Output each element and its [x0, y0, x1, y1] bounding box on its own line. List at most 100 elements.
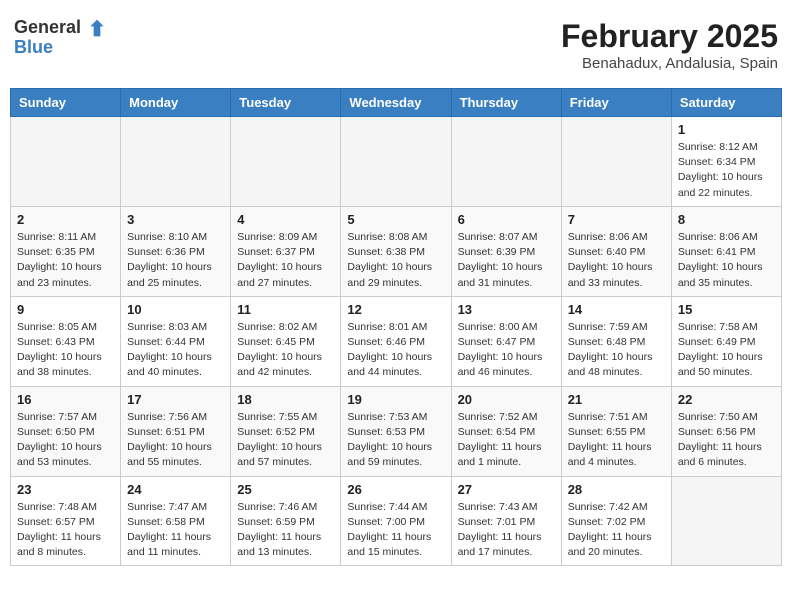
calendar-table: SundayMondayTuesdayWednesdayThursdayFrid…: [10, 88, 782, 566]
calendar-cell: [121, 117, 231, 207]
calendar-cell: 21Sunrise: 7:51 AMSunset: 6:55 PMDayligh…: [561, 386, 671, 476]
calendar-title-area: February 2025 Benahadux, Andalusia, Spai…: [561, 18, 778, 72]
calendar-cell: 28 Sunrise: 7:42 AMSunset: 7:02 PMDayligh…: [561, 476, 671, 566]
day-info: Sunrise: 7:56 AMSunset: 6:51 PMDaylight:…: [127, 410, 224, 471]
logo-text: General Blue: [14, 18, 106, 58]
calendar-week-row: 2 Sunrise: 8:11 AMSunset: 6:35 PMDaylight…: [11, 206, 782, 296]
calendar-cell: 7 Sunrise: 8:06 AMSunset: 6:40 PMDaylight…: [561, 206, 671, 296]
page-header: General Blue February 2025 Benahadux, An…: [10, 10, 782, 80]
calendar-cell: 17 Sunrise: 7:56 AMSunset: 6:51 PMDayligh…: [121, 386, 231, 476]
day-number: 20: [458, 392, 555, 407]
day-number: 27: [458, 482, 555, 497]
day-number: 17: [127, 392, 224, 407]
calendar-cell: [671, 476, 781, 566]
day-number: 28: [568, 482, 665, 497]
calendar-cell: [11, 117, 121, 207]
calendar-cell: 20 Sunrise: 7:52 AMSunset: 6:54 PMDayligh…: [451, 386, 561, 476]
day-number: 24: [127, 482, 224, 497]
day-number: 9: [17, 302, 114, 317]
day-info: Sunrise: 7:52 AMSunset: 6:54 PMDaylight:…: [458, 410, 555, 471]
day-info: Sunrise: 7:51 AMSunset: 6:55 PMDaylight:…: [568, 410, 665, 471]
calendar-week-row: 23 Sunrise: 7:48 AMSunset: 6:57 PMDayligh…: [11, 476, 782, 566]
calendar-cell: 12 Sunrise: 8:01 AMSunset: 6:46 PMDayligh…: [341, 296, 451, 386]
day-number: 6: [458, 212, 555, 227]
weekday-header-friday: Friday: [561, 89, 671, 117]
calendar-cell: 14 Sunrise: 7:59 AMSunset: 6:48 PMDayligh…: [561, 296, 671, 386]
day-number: 5: [347, 212, 444, 227]
day-info: Sunrise: 8:02 AMSunset: 6:45 PMDaylight:…: [237, 320, 334, 381]
weekday-header-sunday: Sunday: [11, 89, 121, 117]
calendar-cell: 22Sunrise: 7:50 AMSunset: 6:56 PMDayligh…: [671, 386, 781, 476]
day-number: 18: [237, 392, 334, 407]
calendar-cell: 2 Sunrise: 8:11 AMSunset: 6:35 PMDaylight…: [11, 206, 121, 296]
calendar-week-row: 16 Sunrise: 7:57 AMSunset: 6:50 PMDayligh…: [11, 386, 782, 476]
day-info: Sunrise: 7:58 AMSunset: 6:49 PMDaylight:…: [678, 320, 775, 381]
calendar-cell: 24Sunrise: 7:47 AMSunset: 6:58 PMDayligh…: [121, 476, 231, 566]
weekday-header-wednesday: Wednesday: [341, 89, 451, 117]
calendar-cell: [451, 117, 561, 207]
calendar-title: February 2025: [561, 18, 778, 55]
calendar-cell: 15 Sunrise: 7:58 AMSunset: 6:49 PMDayligh…: [671, 296, 781, 386]
calendar-cell: [341, 117, 451, 207]
day-number: 2: [17, 212, 114, 227]
calendar-cell: 1 Sunrise: 8:12 AMSunset: 6:34 PMDaylight…: [671, 117, 781, 207]
calendar-cell: 13 Sunrise: 8:00 AMSunset: 6:47 PMDayligh…: [451, 296, 561, 386]
day-number: 25: [237, 482, 334, 497]
calendar-cell: 25Sunrise: 7:46 AMSunset: 6:59 PMDayligh…: [231, 476, 341, 566]
calendar-cell: 8 Sunrise: 8:06 AMSunset: 6:41 PMDaylight…: [671, 206, 781, 296]
weekday-header-thursday: Thursday: [451, 89, 561, 117]
calendar-cell: 5Sunrise: 8:08 AMSunset: 6:38 PMDaylight…: [341, 206, 451, 296]
day-number: 22: [678, 392, 775, 407]
day-info: Sunrise: 7:57 AMSunset: 6:50 PMDaylight:…: [17, 410, 114, 471]
weekday-header-saturday: Saturday: [671, 89, 781, 117]
day-number: 11: [237, 302, 334, 317]
calendar-cell: 26Sunrise: 7:44 AMSunset: 7:00 PMDayligh…: [341, 476, 451, 566]
logo-general: General: [14, 17, 81, 37]
calendar-cell: 23 Sunrise: 7:48 AMSunset: 6:57 PMDayligh…: [11, 476, 121, 566]
day-number: 15: [678, 302, 775, 317]
calendar-cell: 9 Sunrise: 8:05 AMSunset: 6:43 PMDaylight…: [11, 296, 121, 386]
calendar-cell: [231, 117, 341, 207]
day-info: Sunrise: 8:06 AMSunset: 6:41 PMDaylight:…: [678, 230, 775, 291]
day-number: 19: [347, 392, 444, 407]
calendar-cell: 4 Sunrise: 8:09 AMSunset: 6:37 PMDaylight…: [231, 206, 341, 296]
calendar-cell: 11 Sunrise: 8:02 AMSunset: 6:45 PMDayligh…: [231, 296, 341, 386]
calendar-week-row: 9 Sunrise: 8:05 AMSunset: 6:43 PMDaylight…: [11, 296, 782, 386]
day-info: Sunrise: 7:48 AMSunset: 6:57 PMDaylight:…: [17, 500, 114, 561]
day-info: Sunrise: 8:12 AMSunset: 6:34 PMDaylight:…: [678, 140, 775, 201]
day-info: Sunrise: 7:59 AMSunset: 6:48 PMDaylight:…: [568, 320, 665, 381]
day-info: Sunrise: 8:06 AMSunset: 6:40 PMDaylight:…: [568, 230, 665, 291]
weekday-header-tuesday: Tuesday: [231, 89, 341, 117]
calendar-cell: 27 Sunrise: 7:43 AMSunset: 7:01 PMDayligh…: [451, 476, 561, 566]
day-number: 14: [568, 302, 665, 317]
day-info: Sunrise: 8:00 AMSunset: 6:47 PMDaylight:…: [458, 320, 555, 381]
calendar-header-row: SundayMondayTuesdayWednesdayThursdayFrid…: [11, 89, 782, 117]
calendar-cell: 3 Sunrise: 8:10 AMSunset: 6:36 PMDaylight…: [121, 206, 231, 296]
day-number: 23: [17, 482, 114, 497]
day-info: Sunrise: 8:11 AMSunset: 6:35 PMDaylight:…: [17, 230, 114, 291]
day-number: 3: [127, 212, 224, 227]
day-info: Sunrise: 7:42 AMSunset: 7:02 PMDaylight:…: [568, 500, 665, 561]
day-number: 4: [237, 212, 334, 227]
day-number: 16: [17, 392, 114, 407]
day-info: Sunrise: 7:43 AMSunset: 7:01 PMDaylight:…: [458, 500, 555, 561]
day-number: 12: [347, 302, 444, 317]
day-number: 10: [127, 302, 224, 317]
day-info: Sunrise: 8:09 AMSunset: 6:37 PMDaylight:…: [237, 230, 334, 291]
day-number: 13: [458, 302, 555, 317]
calendar-cell: 6Sunrise: 8:07 AMSunset: 6:39 PMDaylight…: [451, 206, 561, 296]
logo-blue: Blue: [14, 38, 106, 58]
day-info: Sunrise: 8:05 AMSunset: 6:43 PMDaylight:…: [17, 320, 114, 381]
weekday-header-monday: Monday: [121, 89, 231, 117]
calendar-week-row: 1 Sunrise: 8:12 AMSunset: 6:34 PMDaylight…: [11, 117, 782, 207]
day-number: 1: [678, 122, 775, 137]
day-info: Sunrise: 7:55 AMSunset: 6:52 PMDaylight:…: [237, 410, 334, 471]
day-info: Sunrise: 8:01 AMSunset: 6:46 PMDaylight:…: [347, 320, 444, 381]
calendar-cell: 16 Sunrise: 7:57 AMSunset: 6:50 PMDayligh…: [11, 386, 121, 476]
day-number: 8: [678, 212, 775, 227]
day-info: Sunrise: 7:53 AMSunset: 6:53 PMDaylight:…: [347, 410, 444, 471]
day-number: 7: [568, 212, 665, 227]
day-info: Sunrise: 8:03 AMSunset: 6:44 PMDaylight:…: [127, 320, 224, 381]
day-info: Sunrise: 8:10 AMSunset: 6:36 PMDaylight:…: [127, 230, 224, 291]
calendar-cell: 10 Sunrise: 8:03 AMSunset: 6:44 PMDayligh…: [121, 296, 231, 386]
